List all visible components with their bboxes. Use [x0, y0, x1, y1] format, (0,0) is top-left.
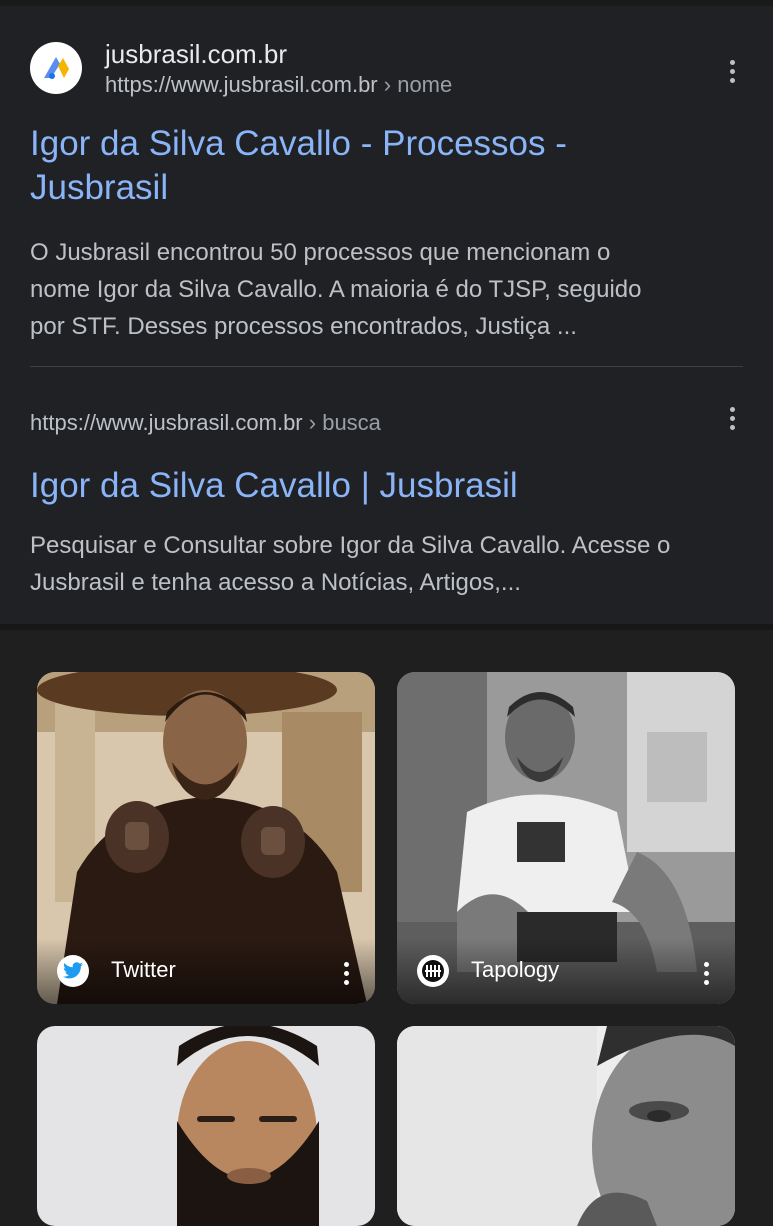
image-more-options-icon[interactable]: [331, 956, 361, 990]
image-thumbnail: [397, 1026, 735, 1226]
jusbrasil-favicon-icon: [30, 42, 82, 94]
result-2-more-options-icon[interactable]: [717, 401, 747, 435]
result-1-snippet: O Jusbrasil encontrou 50 processos que m…: [30, 234, 750, 345]
result-1-more-options-icon[interactable]: [717, 54, 747, 88]
result-2-snippet: Pesquisar e Consultar sobre Igor da Silv…: [30, 527, 750, 601]
site-name: jusbrasil.com.br: [105, 39, 288, 69]
section-separator: [0, 624, 773, 630]
result-2-title-link[interactable]: Igor da Silva Cavallo | Jusbrasil: [30, 464, 730, 508]
snippet-line-2: nome Igor da Silva Cavallo. A maioria é …: [30, 276, 642, 303]
image-thumbnail: [37, 1026, 375, 1226]
image-result-card-3[interactable]: [37, 1026, 375, 1226]
snippet-line-1: O Jusbrasil encontrou 50 processos que m…: [30, 239, 611, 266]
image-result-card-4[interactable]: [397, 1026, 735, 1226]
snippet-line-3: por STF. Desses processos encontrados, J…: [30, 313, 577, 340]
url-text: https://www.jusbrasil.com.br: [30, 410, 303, 435]
result-1-title-link[interactable]: Igor da Silva Cavallo - Processos - Jusb…: [30, 122, 730, 210]
result-2-url[interactable]: https://www.jusbrasil.com.br › busca: [30, 410, 381, 436]
url-text: https://www.jusbrasil.com.br: [105, 72, 378, 97]
image-result-card-tapology[interactable]: Tapology: [397, 672, 735, 1004]
image-more-options-icon[interactable]: [691, 956, 721, 990]
image-source-label: Tapology: [471, 957, 560, 982]
image-result-card-twitter[interactable]: Twitter: [37, 672, 375, 1004]
url-breadcrumb: › busca: [308, 410, 381, 435]
tapology-icon: [417, 955, 449, 987]
title-line-1: Igor da Silva Cavallo - Processos -: [30, 124, 567, 163]
image-source-label: Twitter: [111, 957, 176, 982]
snippet-line-1: Pesquisar e Consultar sobre Igor da Silv…: [30, 532, 671, 559]
title-line-2: Jusbrasil: [30, 168, 169, 207]
url-breadcrumb: › nome: [383, 72, 453, 97]
snippet-line-2: Jusbrasil e tenha acesso a Notícias, Art…: [30, 569, 521, 596]
result-1-header[interactable]: jusbrasil.com.br https://www.jusbrasil.c…: [30, 36, 750, 102]
result-divider: [30, 366, 743, 367]
site-url: https://www.jusbrasil.com.br › nome: [105, 72, 452, 98]
twitter-bird-icon: [57, 955, 89, 987]
